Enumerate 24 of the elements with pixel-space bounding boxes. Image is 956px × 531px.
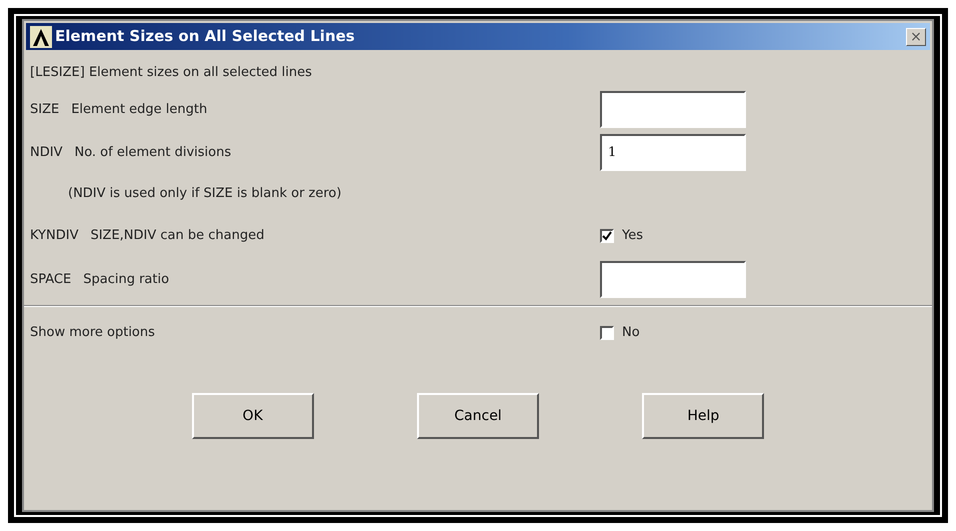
parameter-code: NDIV: [30, 144, 62, 162]
checkbox[interactable]: [600, 229, 614, 243]
heading-text: [LESIZE] Element sizes on all selected lines: [30, 64, 312, 82]
parameter-code: SPACE: [30, 270, 72, 289]
field-label: SIZE,NDIV can be changed: [90, 228, 264, 244]
checkbox-label: No: [622, 324, 640, 342]
parameter-code: KYNDIV: [30, 227, 78, 246]
close-button[interactable]: ×: [906, 28, 926, 46]
field-label: No. of element divisions: [74, 144, 232, 160]
logo-icon: [30, 26, 52, 48]
parameter-code: SIZE: [30, 100, 60, 119]
dialog-button[interactable]: OK: [192, 393, 314, 439]
field-label: Spacing ratio: [83, 272, 170, 287]
window-title: Element Sizes on All Selected Lines: [55, 26, 355, 48]
field-label: Show more options: [30, 325, 155, 340]
input-field[interactable]: [600, 261, 746, 298]
dialog-button[interactable]: Help: [642, 393, 764, 439]
input-field[interactable]: [600, 91, 746, 128]
note-text: (NDIV is used only if SIZE is blank or zero): [68, 186, 342, 202]
dialog-button[interactable]: Cancel: [416, 393, 539, 439]
checkbox-label: Yes: [622, 227, 643, 246]
input-field[interactable]: 1: [600, 134, 746, 171]
checkbox[interactable]: [600, 326, 614, 340]
field-label: Element edge length: [71, 102, 208, 117]
